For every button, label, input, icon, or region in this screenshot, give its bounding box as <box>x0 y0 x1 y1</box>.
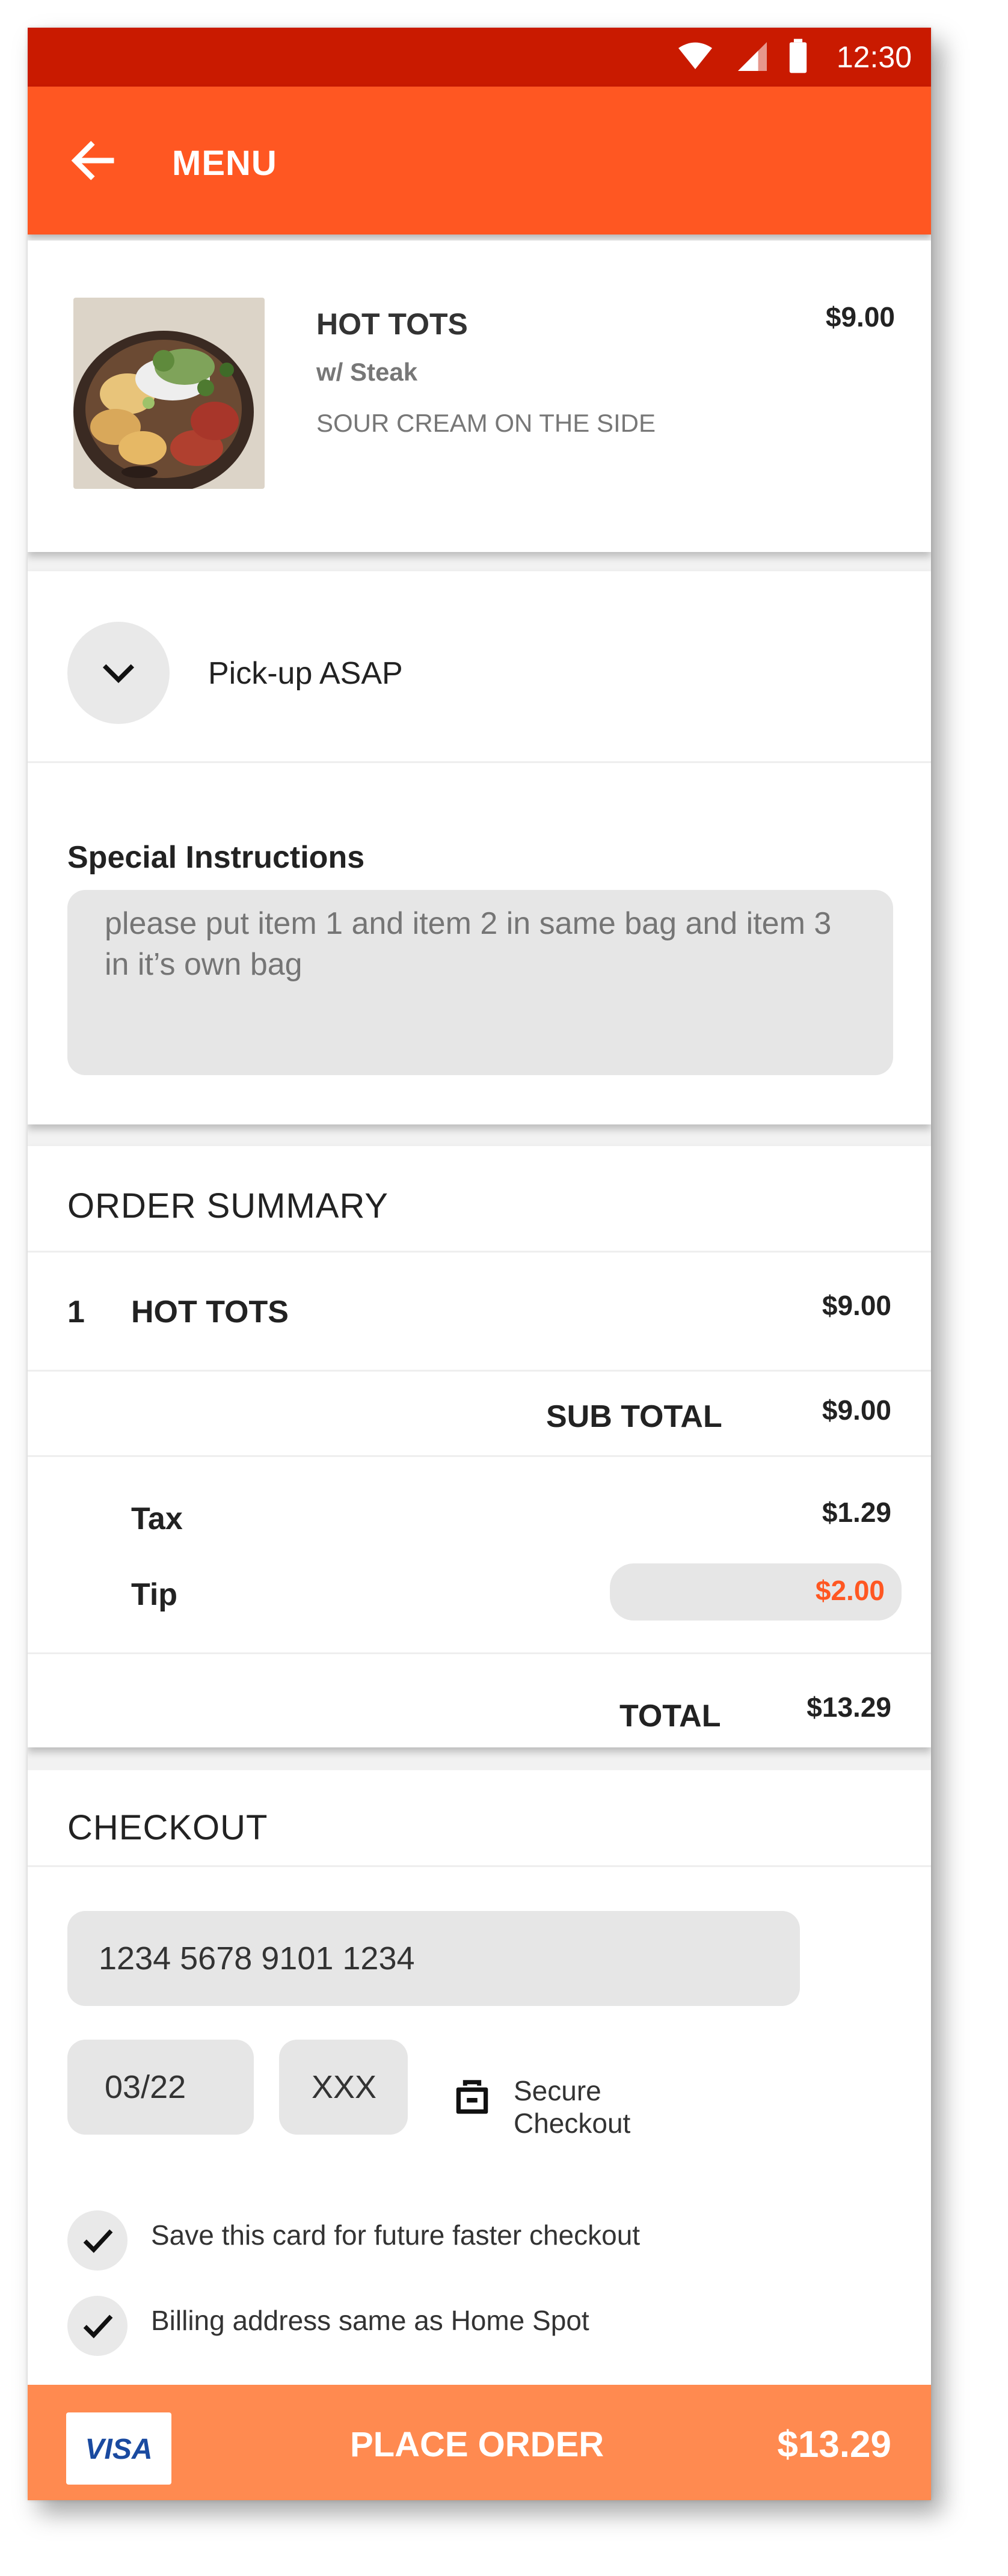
visa-card-icon: VISA <box>66 2412 171 2485</box>
card-number-value: 1234 5678 9101 1234 <box>99 1940 415 1976</box>
place-order-button[interactable]: PLACE ORDER <box>350 2424 604 2465</box>
tax-label: Tax <box>131 1501 183 1536</box>
place-order-bar[interactable]: VISA PLACE ORDER $13.29 <box>28 2385 931 2500</box>
chevron-down-icon <box>102 664 135 684</box>
divider <box>28 1251 931 1253</box>
item-price: $9.00 <box>825 301 895 333</box>
special-instructions-label: Special Instructions <box>67 840 365 875</box>
tip-label: Tip <box>131 1577 178 1612</box>
phone-screen: 12:30 MENU HOT TOTS w/ Steak SOUR CREAM … <box>28 28 931 2500</box>
item-note: SOUR CREAM ON THE SIDE <box>316 409 656 437</box>
secure-checkout-label: Secure Checkout <box>514 2075 631 2139</box>
line-item-price: $9.00 <box>822 1290 891 1321</box>
pickup-time-label[interactable]: Pick-up ASAP <box>208 655 403 692</box>
cvv-value: XXX <box>312 2069 377 2105</box>
expiry-input[interactable]: 03/22 <box>67 2040 254 2135</box>
checkout-card: CHECKOUT 1234 5678 9101 1234 03/22 XXX S… <box>28 1770 931 2385</box>
status-time: 12:30 <box>836 40 912 74</box>
footer-total: $13.29 <box>777 2424 891 2465</box>
billing-address-checkbox[interactable] <box>67 2296 128 2356</box>
save-card-checkbox[interactable] <box>67 2210 128 2271</box>
divider <box>28 1455 931 1457</box>
card-number-input[interactable]: 1234 5678 9101 1234 <box>67 1911 800 2006</box>
tax-value: $1.29 <box>822 1497 891 1528</box>
divider <box>28 761 931 763</box>
subtotal-label: SUB TOTAL <box>546 1399 722 1434</box>
divider <box>28 1865 931 1867</box>
battery-icon <box>789 38 807 73</box>
check-icon <box>83 2314 113 2338</box>
divider <box>28 1370 931 1372</box>
check-icon <box>83 2229 113 2253</box>
total-label: TOTAL <box>619 1699 721 1734</box>
pickup-toggle-button[interactable] <box>67 622 170 724</box>
status-bar: 12:30 <box>28 28 931 87</box>
app-title: MENU <box>172 144 277 183</box>
tip-field[interactable]: $2.00 <box>610 1563 902 1621</box>
billing-address-label[interactable]: Billing address same as Home Spot <box>151 2304 589 2337</box>
checkout-heading: CHECKOUT <box>67 1808 268 1847</box>
lock-icon <box>456 2080 488 2114</box>
signal-icon <box>738 42 767 71</box>
tip-value: $2.00 <box>815 1575 885 1606</box>
back-arrow-icon[interactable] <box>66 133 120 188</box>
cart-item-card[interactable]: HOT TOTS w/ Steak SOUR CREAM ON THE SIDE… <box>28 241 931 552</box>
wifi-icon <box>678 42 712 69</box>
pickup-instructions-card: Pick-up ASAP Special Instructions <box>28 571 931 1124</box>
item-name: HOT TOTS <box>316 307 468 341</box>
total-value: $13.29 <box>807 1691 891 1723</box>
item-modifier: w/ Steak <box>316 358 418 386</box>
order-summary-card: ORDER SUMMARY 1 HOT TOTS $9.00 SUB TOTAL… <box>28 1146 931 1747</box>
card-brand: VISA <box>85 2433 153 2465</box>
divider <box>28 1652 931 1654</box>
expiry-value: 03/22 <box>105 2069 186 2105</box>
subtotal-value: $9.00 <box>822 1394 891 1426</box>
order-summary-heading: ORDER SUMMARY <box>67 1186 389 1225</box>
cvv-input[interactable]: XXX <box>279 2040 408 2135</box>
app-bar: MENU <box>28 87 931 235</box>
save-card-label[interactable]: Save this card for future faster checkou… <box>151 2219 640 2251</box>
special-instructions-input[interactable] <box>67 890 893 1075</box>
line-item-name: HOT TOTS <box>131 1295 289 1329</box>
item-photo <box>73 298 265 489</box>
line-item-qty: 1 <box>67 1295 85 1329</box>
